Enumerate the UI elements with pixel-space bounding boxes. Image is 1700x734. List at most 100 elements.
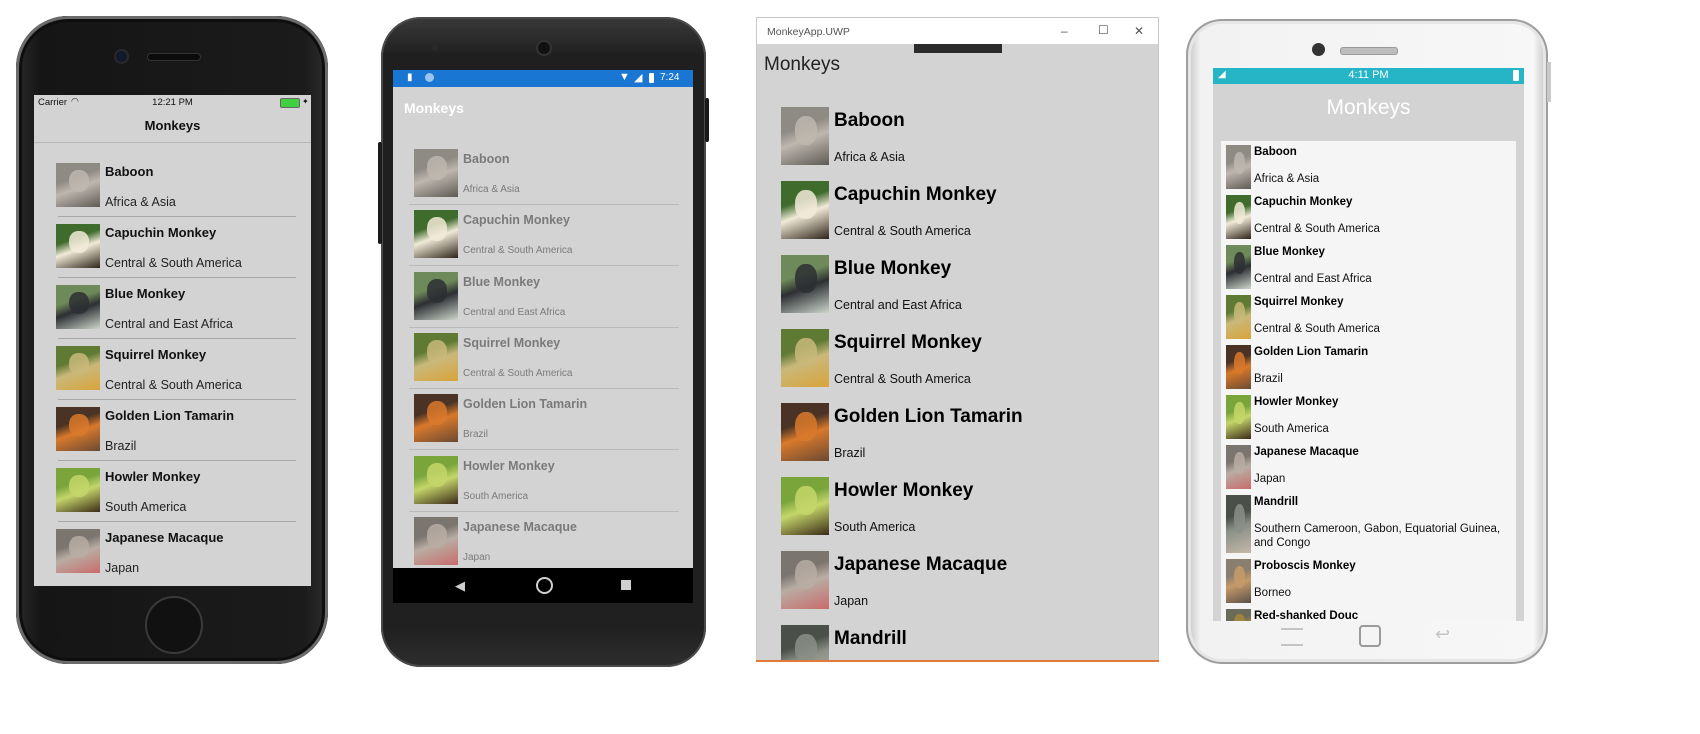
row-separator [58, 460, 296, 461]
row-separator [409, 204, 679, 205]
list-item[interactable]: Golden Lion Tamarin Brazil [393, 392, 693, 453]
monkey-face [795, 337, 817, 367]
monkey-name: Howler Monkey [463, 458, 555, 473]
monkey-name: Squirrel Monkey [463, 335, 561, 350]
monkey-list[interactable]: Baboon Africa & Asia Capuchin Monkey Centra… [393, 142, 693, 568]
side-button [1547, 62, 1551, 102]
list-item[interactable]: Blue Monkey Central and East Africa [1221, 243, 1516, 293]
monkey-location: South America [834, 520, 916, 534]
monkey-location: Africa & Asia [105, 195, 176, 209]
list-item[interactable]: Baboon Africa & Asia [34, 159, 311, 220]
close-button[interactable]: ✕ [1134, 24, 1144, 38]
monkey-photo [781, 551, 829, 609]
collapsed-app-bar[interactable] [914, 44, 1002, 53]
list-item[interactable]: Blue Monkey Central and East Africa [757, 255, 1158, 329]
monkey-face [795, 559, 817, 589]
list-item[interactable]: Baboon Africa & Asia [393, 147, 693, 208]
list-item[interactable]: Howler Monkey South America [34, 464, 311, 525]
home-icon[interactable] [536, 577, 553, 594]
list-item[interactable]: Proboscis Monkey Borneo [1221, 557, 1516, 607]
monkey-list[interactable]: Baboon Africa & Asia Capuchin Monkey Centra… [757, 102, 1158, 660]
android-sensor [432, 45, 438, 51]
list-item[interactable]: Capuchin Monkey Central & South America [757, 181, 1158, 255]
list-item[interactable]: Baboon Africa & Asia [757, 107, 1158, 181]
monkey-face [427, 462, 447, 487]
list-item[interactable]: Howler Monkey South America [393, 454, 693, 515]
ios-navigation-bar: Monkeys [34, 111, 311, 143]
monkey-face [1233, 565, 1245, 588]
monkey-location: Central & South America [463, 245, 573, 257]
battery-icon [280, 98, 300, 108]
list-item[interactable]: Capuchin Monkey Central & South America [34, 220, 311, 281]
monkey-location: South America [463, 490, 529, 502]
page-title: Monkeys [1326, 96, 1411, 119]
monkey-photo [56, 163, 100, 207]
list-item[interactable]: Baboon Africa & Asia [1221, 143, 1516, 193]
monkey-location: Brazil [1254, 373, 1283, 385]
page-title: Monkeys [144, 118, 201, 133]
list-item[interactable]: Blue Monkey Central and East Africa [34, 281, 311, 342]
menu-icon[interactable] [1281, 628, 1303, 646]
home-icon[interactable] [1359, 625, 1381, 647]
ios-clock: 12:21 PM [152, 97, 193, 108]
list-item[interactable]: Japanese Macaque Japan [757, 551, 1158, 625]
monkey-list[interactable]: Baboon Africa & Asia Capuchin Monkey Centra… [1221, 141, 1516, 621]
monkey-location: Central & South America [834, 372, 971, 386]
tizen-front-camera [1312, 43, 1325, 56]
window-titlebar[interactable]: MonkeyApp.UWP – ☐ ✕ [757, 18, 1158, 44]
list-item[interactable]: Blue Monkey Central and East Africa [393, 270, 693, 331]
list-item[interactable]: Squirrel Monkey Central & South America [1221, 293, 1516, 343]
tizen-earpiece-speaker [1340, 47, 1398, 55]
volume-button [378, 142, 382, 244]
monkey-photo [1226, 445, 1251, 489]
list-item[interactable]: Golden Lion Tamarin Brazil [757, 403, 1158, 477]
charging-icon: ✦ [302, 97, 309, 106]
monkey-location: Japan [105, 561, 140, 575]
list-item[interactable]: Red-shanked Douc [1221, 607, 1516, 621]
monkey-face [69, 535, 89, 558]
monkey-name: Japanese Macaque [834, 554, 1008, 575]
monkey-photo [414, 271, 458, 320]
row-separator [409, 510, 679, 512]
list-item[interactable]: Mandrill Southern Cameroon, Gabon, Equato… [1221, 493, 1516, 557]
back-icon[interactable]: ↩ [1435, 624, 1450, 645]
monkey-photo [1226, 195, 1251, 239]
list-item[interactable]: Squirrel Monkey Central & South America [393, 331, 693, 392]
ios-home-button[interactable] [145, 596, 203, 654]
monkey-photo [781, 255, 829, 313]
list-item[interactable]: Squirrel Monkey Central & South America [34, 342, 311, 403]
list-item[interactable]: Mandrill [757, 625, 1158, 660]
list-item[interactable]: Japanese Macaque Japan [393, 515, 693, 568]
monkey-location: Borneo [1254, 587, 1292, 599]
back-icon[interactable]: ◀ [455, 578, 465, 594]
monkey-photo [781, 403, 829, 461]
recents-icon[interactable] [621, 580, 631, 590]
row-separator [409, 449, 679, 451]
row-separator [409, 265, 679, 267]
monkey-name: Red-shanked Douc [1254, 610, 1359, 621]
monkey-location: Central and East Africa [105, 317, 233, 331]
list-item[interactable]: Golden Lion Tamarin Brazil [34, 403, 311, 464]
maximize-button[interactable]: ☐ [1098, 23, 1109, 37]
monkey-face [795, 263, 817, 293]
row-separator [409, 387, 679, 389]
monkey-face [69, 169, 89, 192]
monkey-photo [56, 285, 100, 329]
tizen-clock: 4:11 PM [1348, 69, 1389, 81]
list-item[interactable]: Capuchin Monkey Central & South America [393, 208, 693, 269]
list-item[interactable]: Capuchin Monkey Central & South America [1221, 193, 1516, 243]
monkey-location: Central & South America [1254, 223, 1380, 235]
list-item[interactable]: Japanese Macaque Japan [1221, 443, 1516, 493]
list-item[interactable]: Golden Lion Tamarin Brazil [1221, 343, 1516, 393]
row-separator [58, 216, 296, 217]
monkey-list[interactable]: Baboon Africa & Asia Capuchin Monkey Centra… [34, 143, 311, 586]
list-item[interactable]: Japanese Macaque Japan [34, 525, 311, 586]
monkey-photo [56, 468, 100, 512]
uwp-window: MonkeyApp.UWP – ☐ ✕ Monkeys Baboon Africa… [756, 17, 1159, 661]
list-item[interactable]: Howler Monkey South America [1221, 393, 1516, 443]
list-item[interactable]: Howler Monkey South America [757, 477, 1158, 551]
minimize-button[interactable]: – [1061, 24, 1068, 38]
monkey-photo [414, 455, 458, 504]
list-item[interactable]: Squirrel Monkey Central & South America [757, 329, 1158, 403]
monkey-location: Central and East Africa [1254, 273, 1372, 285]
